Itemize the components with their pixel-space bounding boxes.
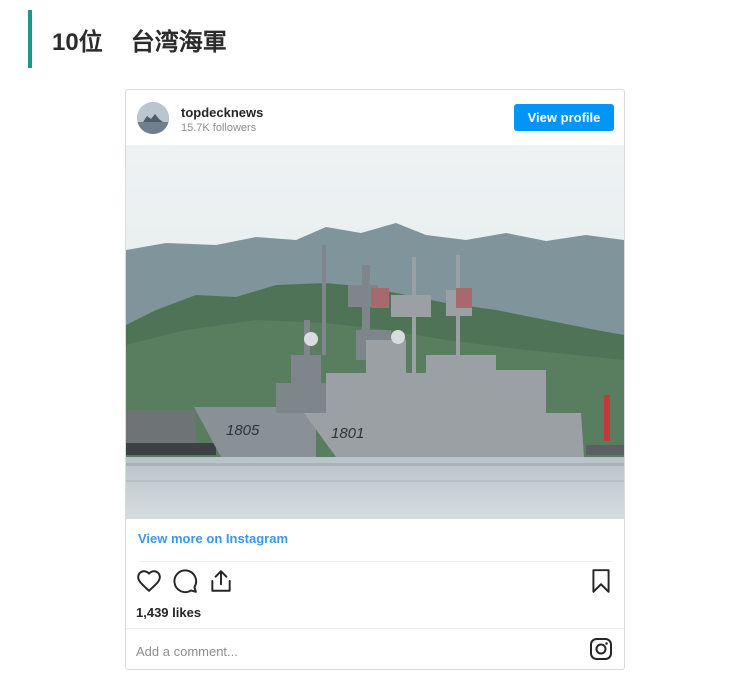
section-heading: 10位 台湾海軍 [28, 10, 718, 68]
divider [138, 561, 612, 562]
rank-label: 10位 [52, 28, 103, 56]
section-title: 台湾海軍 [130, 28, 227, 56]
post-header: topdecknews 15.7K followers View profile [126, 90, 624, 145]
heart-icon[interactable] [136, 568, 162, 594]
post-image[interactable]: 1805 1801 [126, 145, 624, 519]
hull-number-1801: 1801 [331, 425, 364, 442]
bookmark-icon[interactable] [588, 568, 614, 594]
view-profile-button[interactable]: View profile [514, 104, 614, 131]
comment-icon[interactable] [172, 568, 198, 594]
divider [126, 628, 624, 629]
avatar[interactable] [137, 102, 169, 134]
instagram-embed-card: topdecknews 15.7K followers View profile [125, 89, 625, 670]
share-icon[interactable] [208, 568, 234, 594]
comment-input[interactable] [136, 642, 536, 660]
hull-number-1805: 1805 [226, 422, 260, 439]
like-count: 1,439 likes [136, 605, 202, 620]
view-more-on-instagram-link[interactable]: View more on Instagram [138, 531, 288, 546]
post-actions [126, 568, 624, 598]
instagram-logo-icon[interactable] [589, 637, 613, 661]
follower-count: 15.7K followers [181, 122, 257, 134]
username[interactable]: topdecknews [181, 105, 263, 120]
